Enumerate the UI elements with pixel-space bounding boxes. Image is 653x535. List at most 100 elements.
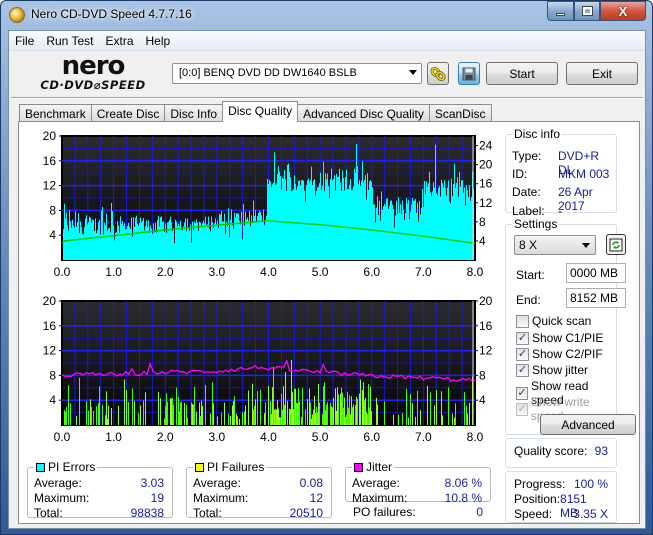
- pi-errors-bar: [402, 200, 403, 260]
- pi-errors-bar: [335, 190, 336, 260]
- close-button[interactable]: X: [600, 1, 646, 21]
- pi-errors-bar: [345, 177, 346, 260]
- advanced-button[interactable]: Advanced: [540, 414, 636, 435]
- pi-errors-bar: [265, 219, 266, 260]
- pi-errors-bar: [133, 217, 134, 260]
- nero-app-icon: [9, 7, 25, 23]
- checkbox-box: [516, 314, 529, 328]
- pi-errors-bar: [463, 192, 464, 260]
- start-input[interactable]: 0000 MB: [566, 263, 626, 283]
- pi-errors-bar: [290, 177, 291, 260]
- pi-failures-bar: [365, 397, 366, 425]
- pi-failures-bar: [70, 403, 71, 425]
- pi-errors-bar: [325, 173, 326, 260]
- end-input[interactable]: 8152 MB: [566, 288, 626, 308]
- pi-failures-bar: [252, 383, 253, 425]
- start-button[interactable]: Start: [486, 62, 558, 85]
- progress-value: 100 %: [573, 477, 608, 491]
- pi-errors-legend-text: PI Errors: [48, 460, 96, 474]
- pi-failures-bar: [335, 388, 336, 425]
- tab-advanced-disc-quality[interactable]: Advanced Disc Quality: [297, 104, 430, 122]
- po-failures-row: PO failures: 0: [353, 505, 483, 519]
- pi-errors-bar: [155, 222, 156, 260]
- pi-failures-legend-text: PI Failures: [207, 460, 265, 474]
- pi-errors-bar: [331, 168, 332, 260]
- tab-create-disc[interactable]: Create Disc: [90, 104, 166, 122]
- pi-failures-bar: [455, 403, 456, 425]
- pi-failures-bar: [186, 404, 187, 425]
- tab-disc-quality[interactable]: Disc Quality: [222, 101, 299, 122]
- pi-errors-bar: [182, 229, 183, 260]
- pi-errors-bar: [399, 212, 400, 260]
- pi-failures-bar: [369, 407, 370, 425]
- pi-errors-bar: [250, 226, 251, 260]
- menu-file[interactable]: File: [9, 31, 40, 50]
- show-c1-pie-checkbox[interactable]: ✓ Show C1/PIE: [516, 331, 603, 345]
- chevron-down-icon: [582, 243, 590, 248]
- pi-errors-bar: [114, 240, 115, 260]
- pi-failures-bar: [332, 407, 333, 425]
- disc-label-value: -: [558, 204, 562, 218]
- pi-errors-bar: [218, 227, 219, 260]
- pi-errors-bar: [127, 225, 128, 260]
- pi-errors-bar: [308, 178, 309, 260]
- pi-errors-maximum-value: 19: [150, 491, 164, 505]
- pi-errors-bar: [295, 183, 296, 260]
- save-button[interactable]: [458, 62, 480, 85]
- tab-disc-info[interactable]: Disc Info: [164, 104, 224, 122]
- pi-failures-bar: [111, 407, 112, 425]
- pi-errors-bar: [391, 200, 392, 260]
- pi-failures-maximum-label: Maximum:: [193, 491, 249, 505]
- minimize-button[interactable]: [547, 1, 574, 21]
- pi-errors-bar: [257, 216, 258, 260]
- pi-errors-bar: [183, 226, 184, 260]
- pi-failures-bar: [165, 405, 166, 425]
- pi-failures-bar: [86, 401, 87, 425]
- pi-failures-bar: [213, 403, 214, 425]
- pi-failures-bar: [170, 398, 171, 425]
- menu-extra[interactable]: Extra: [99, 31, 139, 50]
- refresh-speed-button[interactable]: [606, 234, 626, 255]
- pi-failures-bar: [64, 410, 65, 425]
- speed-select[interactable]: 8 X: [514, 235, 596, 255]
- pi-errors-bar: [466, 185, 467, 260]
- pi-errors-bar: [420, 214, 421, 260]
- window-title: Nero CD-DVD Speed 4.7.7.16: [31, 7, 192, 21]
- pi-failures-bar: [140, 405, 141, 425]
- pi-errors-bar: [333, 179, 334, 260]
- maximize-button[interactable]: [574, 1, 600, 21]
- checkmark-icon: ✓: [516, 331, 529, 345]
- pi-errors-bar: [176, 221, 177, 260]
- pi-errors-bar: [200, 222, 201, 260]
- pi-failures-maximum-value: 12: [309, 491, 323, 505]
- pi-errors-bar: [118, 225, 119, 260]
- exit-button[interactable]: Exit: [566, 62, 638, 85]
- pi-failures-bar: [236, 413, 237, 425]
- menu-help[interactable]: Help: [140, 31, 177, 50]
- jitter-group: Jitter Average: 8.06 % Maximum: 10.8 %: [345, 460, 491, 505]
- y-tick-label: 12: [43, 344, 57, 358]
- pi-failures-bar: [274, 409, 275, 425]
- drive-select[interactable]: [0:0] BENQ DVD DD DW1640 BSLB: [172, 63, 422, 84]
- pi-failures-chart: 4 8 12 16 20 4 8 12 16 20 0.0 1.0 2.0 3.0 4.0 5.0 6.0 7.0…: [19, 287, 501, 457]
- show-c2-pif-checkbox[interactable]: ✓ Show C2/PIF: [516, 347, 603, 361]
- pi-errors-swatch: [36, 463, 45, 472]
- quick-scan-checkbox[interactable]: Quick scan: [516, 314, 591, 328]
- pi-errors-bar: [414, 200, 415, 260]
- tab-benchmark[interactable]: Benchmark: [19, 104, 92, 122]
- menu-run-test[interactable]: Run Test: [40, 31, 99, 50]
- pi-errors-bar: [313, 180, 314, 260]
- pi-failures-bar: [278, 408, 279, 425]
- pi-errors-bar: [425, 194, 426, 260]
- tab-scandisc[interactable]: ScanDisc: [428, 104, 492, 122]
- pi-failures-bar: [344, 397, 345, 425]
- pi-errors-bar: [153, 223, 154, 260]
- show-jitter-checkbox[interactable]: ✓ Show jitter: [516, 363, 588, 377]
- pi-errors-bar: [441, 179, 442, 260]
- pi-errors-bar: [79, 232, 80, 260]
- logo-nero-text: nero: [61, 51, 126, 81]
- x-tick-label: 0.0: [54, 265, 71, 279]
- drive-info-button[interactable]: [427, 62, 449, 85]
- pi-errors-bar: [410, 211, 411, 260]
- y2-tick-label: 4: [479, 393, 486, 407]
